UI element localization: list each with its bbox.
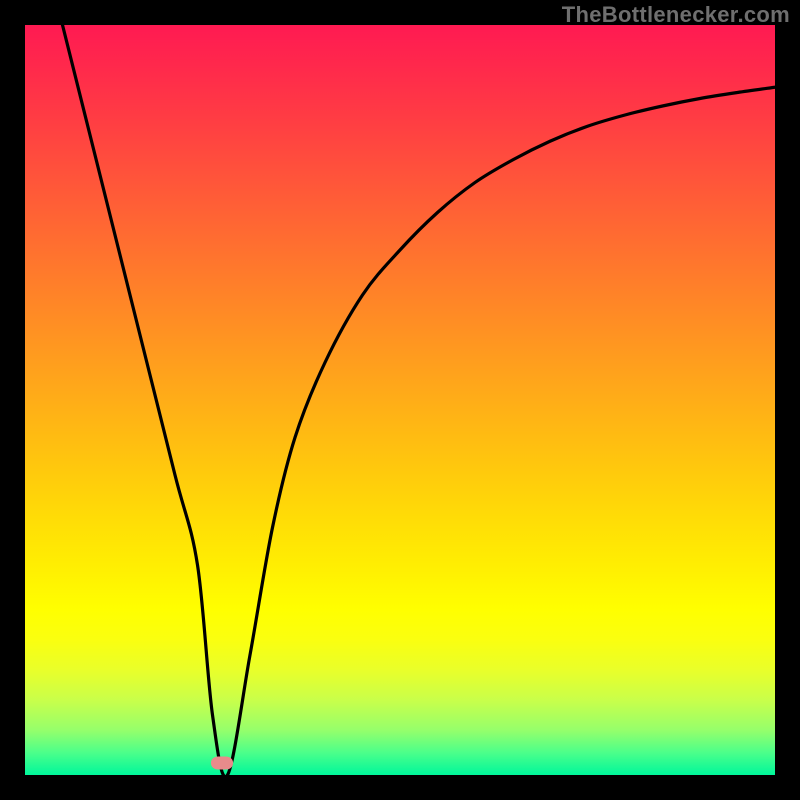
attribution-text: TheBottlenecker.com [562, 2, 790, 28]
plot-area [25, 25, 775, 775]
optimal-point-marker [211, 757, 233, 770]
bottleneck-curve [25, 25, 775, 775]
chart-frame: TheBottlenecker.com [0, 0, 800, 800]
